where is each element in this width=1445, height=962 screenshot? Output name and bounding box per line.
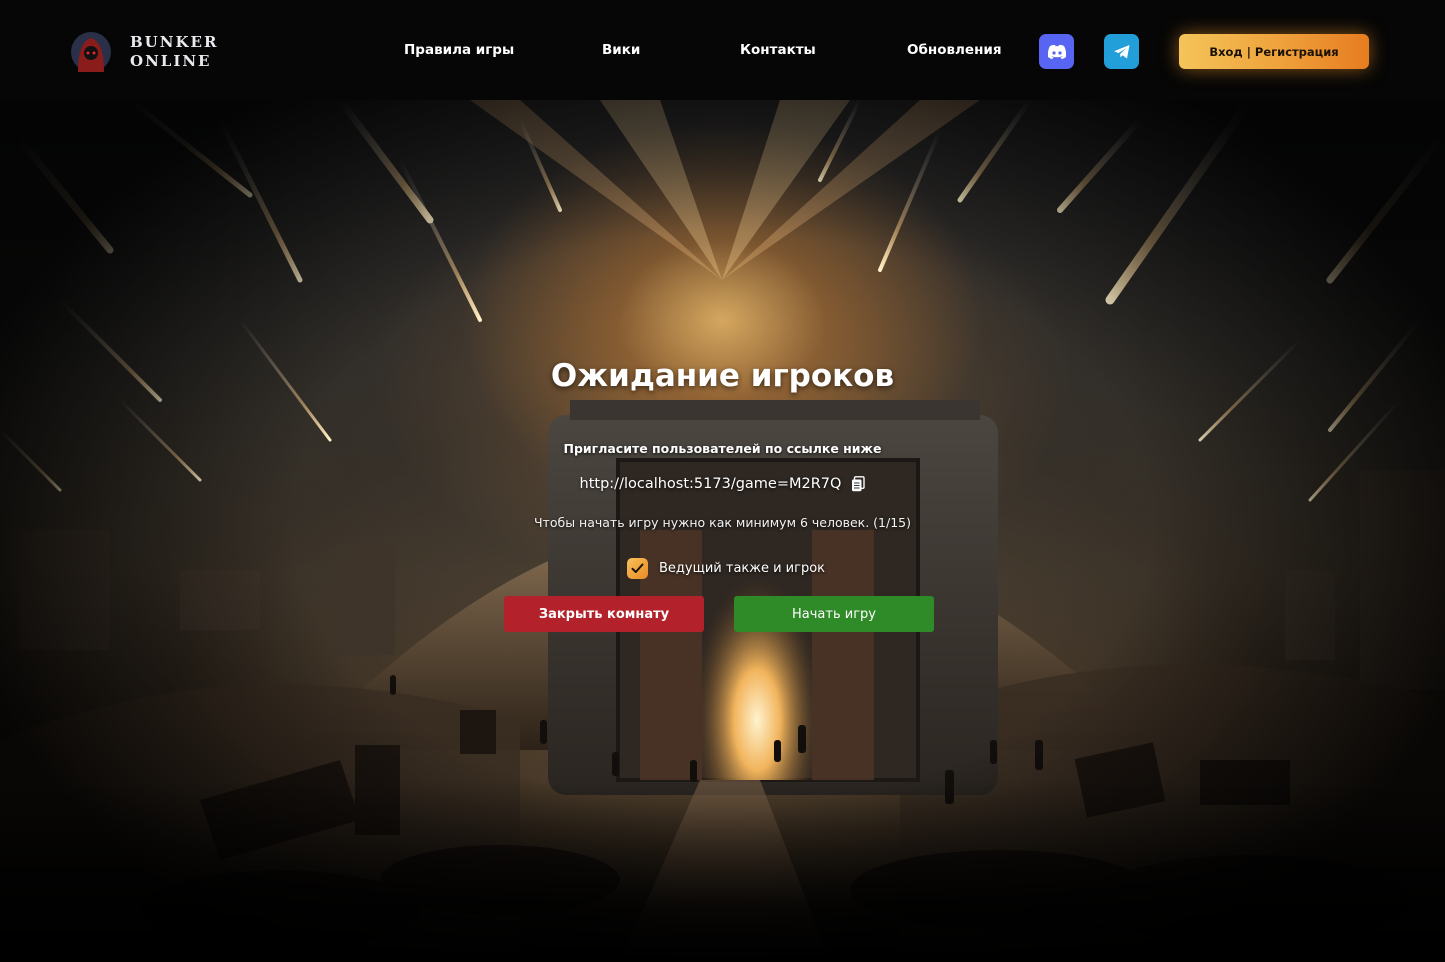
login-register-button[interactable]: Вход | Регистрация <box>1179 34 1369 69</box>
telegram-button[interactable] <box>1104 34 1139 69</box>
site-logo[interactable]: BUNKER ONLINE <box>66 28 218 76</box>
logo-wordmark: BUNKER ONLINE <box>130 33 218 71</box>
discord-button[interactable] <box>1039 34 1074 69</box>
discord-icon <box>1047 44 1066 59</box>
close-room-button[interactable]: Закрыть комнату <box>504 596 704 632</box>
telegram-icon <box>1113 44 1129 58</box>
checkmark-icon <box>631 563 644 573</box>
site-header: BUNKER ONLINE Правила игры Вики Контакты… <box>0 0 1445 100</box>
hooded-figure-logo-icon <box>71 32 111 72</box>
game-invite-link[interactable]: http://localhost:5173/game=M2R7Q <box>580 476 842 492</box>
start-game-button[interactable]: Начать игру <box>734 596 934 632</box>
invite-instruction: Пригласите пользователей по ссылке ниже <box>563 441 882 456</box>
copy-icon[interactable] <box>851 476 866 492</box>
invite-link-row: http://localhost:5173/game=M2R7Q <box>0 476 1445 492</box>
host-plays-label[interactable]: Ведущий также и игрок <box>659 561 825 576</box>
logo-line-1: BUNKER <box>130 33 219 51</box>
nav-link-contacts[interactable]: Контакты <box>740 42 816 58</box>
min-players-note: Чтобы начать игру нужно как минимум 6 че… <box>533 515 911 530</box>
logo-line-2: ONLINE <box>130 52 212 70</box>
nav-link-rules[interactable]: Правила игры <box>404 42 514 58</box>
waiting-room-panel: Ожидание игроков Пригласите пользователе… <box>0 0 1445 962</box>
nav-link-wiki[interactable]: Вики <box>602 42 640 58</box>
page-title: Ожидание игроков <box>550 358 895 394</box>
host-plays-checkbox[interactable] <box>627 558 648 579</box>
host-plays-option: Ведущий также и игрок <box>627 558 825 579</box>
nav-link-updates[interactable]: Обновления <box>907 42 1002 58</box>
